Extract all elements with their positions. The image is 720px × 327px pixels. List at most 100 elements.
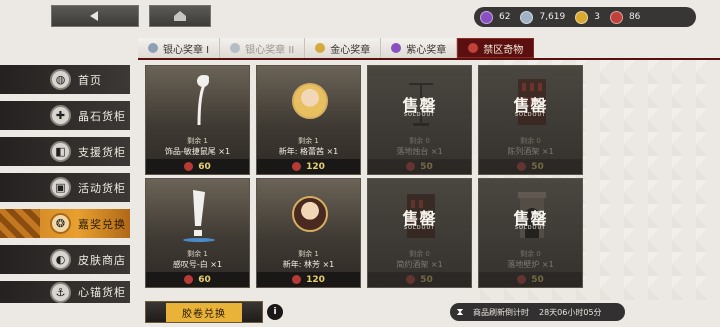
item-image (146, 66, 251, 136)
item-price: 60 (146, 272, 249, 287)
tab-3[interactable]: 紫心奖章 (381, 38, 458, 58)
currency-1: 7,619 (520, 10, 566, 24)
currency-value: 7,619 (539, 12, 566, 22)
item-price: 60 (146, 159, 249, 174)
home-icon (174, 11, 186, 21)
gold-coin-icon (575, 10, 589, 24)
red-orb-icon (184, 275, 194, 284)
sidebar-item-label: 首页 (78, 73, 102, 87)
character-avatar (291, 196, 328, 232)
sidebar-item-1[interactable]: ✚ 晶石货柜 (0, 101, 130, 130)
event-chest-icon: ▣ (50, 177, 71, 198)
item-name: 新年: 林芳 ×1 (282, 260, 335, 269)
sidebar-item-5[interactable]: ◐ 皮肤商店 (0, 245, 130, 274)
currency-value: 62 (499, 12, 511, 22)
currency-0: 62 (480, 10, 511, 24)
refresh-label: 商品刷新倒计时 (473, 307, 529, 317)
item-card[interactable]: 剩余 1 饰品-敏捷鼠尾 ×1 60 (145, 65, 250, 175)
medal-icon (315, 43, 326, 53)
item-card[interactable]: 剩余 1 新年: 林芳 ×1 120 (256, 178, 361, 288)
item-name: 落地壁炉 ×1 (507, 260, 554, 269)
item-stock: 剩余 0 (520, 137, 541, 145)
item-price-value: 50 (420, 161, 433, 172)
skin-icon: ◐ (50, 249, 71, 270)
tab-label: 禁区奇物 (483, 44, 524, 56)
item-card[interactable]: 剩余 1 感叹号-白 ×1 60 (145, 178, 250, 288)
item-stock: 剩余 0 (409, 137, 430, 145)
tab-2[interactable]: 金心奖章 (305, 38, 382, 58)
home-button[interactable] (149, 5, 211, 27)
currency-bar: 62 7,619 3 86 (474, 7, 696, 27)
support-icon: ◧ (50, 141, 71, 162)
item-name: 感叹号-白 ×1 (172, 260, 223, 269)
tab-label: 金心奖章 (330, 44, 371, 56)
red-orb-icon (292, 162, 302, 171)
refresh-time: 28天06小时05分 (539, 307, 602, 317)
item-card[interactable]: 剩余 1 新年: 格蕾茜 ×1 120 (256, 65, 361, 175)
medal-icon: ❂ (50, 213, 71, 234)
item-price-value: 50 (420, 274, 433, 285)
item-price-value: 60 (198, 274, 211, 285)
crystal-icon: ✚ (50, 105, 71, 126)
item-price: 50 (479, 159, 582, 174)
item-price-value: 60 (198, 161, 211, 172)
item-stock: 剩余 1 (298, 250, 319, 258)
tab-label: 紫心奖章 (406, 44, 447, 56)
tab-4[interactable]: 禁区奇物 (457, 38, 535, 58)
sidebar-item-label: 心锚货柜 (78, 286, 126, 299)
diamond-icon (520, 10, 534, 24)
item-price: 50 (479, 272, 582, 287)
item-image (146, 179, 251, 249)
sidebar-item-label: 皮肤商店 (78, 253, 126, 267)
sidebar-item-0[interactable]: ◍ 首页 (0, 65, 130, 94)
tabs-underline (138, 58, 720, 60)
soldout-subtext: SOLDOUT (403, 112, 436, 118)
tail-accessory-icon (196, 75, 209, 126)
category-tabs: 银心奖章 I 银心奖章 II 金心奖章 紫心奖章 禁区奇物 (138, 38, 535, 58)
soldout-subtext: SOLDOUT (514, 225, 547, 231)
sidebar-item-label: 活动货柜 (78, 181, 126, 195)
sidebar-item-label: 晶石货柜 (78, 109, 126, 123)
film-exchange-button[interactable]: 胶卷兑换 (145, 301, 263, 323)
tab-1[interactable]: 银心奖章 II (220, 38, 306, 58)
refresh-countdown: ⧗ 商品刷新倒计时 28天06小时05分 (450, 303, 625, 321)
back-arrow-icon (90, 11, 98, 21)
red-orb-icon (292, 275, 302, 284)
item-stock: 剩余 1 (298, 137, 319, 145)
item-stock: 剩余 0 (409, 250, 430, 258)
medal-icon (468, 43, 479, 53)
sidebar-item-3[interactable]: ▣ 活动货柜 (0, 173, 130, 202)
sidebar-item-label: 嘉奖兑换 (78, 217, 126, 231)
sidebar-item-4[interactable]: ❂ 嘉奖兑换 (0, 209, 130, 238)
back-button[interactable] (51, 5, 139, 27)
item-name: 陈列酒架 ×1 (507, 147, 554, 156)
info-icon[interactable]: i (267, 304, 283, 320)
tab-0[interactable]: 银心奖章 I (138, 38, 221, 58)
item-stock: 剩余 0 (520, 250, 541, 258)
currency-3: 86 (609, 10, 641, 24)
item-price-value: 50 (531, 161, 544, 172)
sidebar-item-2[interactable]: ◧ 支援货柜 (0, 137, 130, 166)
item-card: 售罄 SOLDOUT 剩余 0 简约酒架 ×1 50 (367, 178, 472, 288)
character-avatar (291, 83, 328, 119)
sidebar: ◍ 首页 ✚ 晶石货柜 ◧ 支援货柜 ▣ 活动货柜 ❂ 嘉奖兑换 ◐ 皮肤商店 ⚓ 心锚货柜 (0, 65, 130, 310)
red-orb-icon (517, 275, 527, 284)
bottom-bar: 胶卷兑换 i ⧗ 商品刷新倒计时 28天06小时05分 (0, 300, 720, 327)
item-price: 50 (368, 159, 471, 174)
currency-value: 86 (628, 12, 641, 22)
item-price: 120 (257, 159, 360, 174)
item-name: 新年: 格蕾茜 ×1 (278, 147, 339, 156)
red-orb-icon (517, 162, 527, 171)
medal-icon (230, 43, 241, 53)
red-orb-icon (406, 162, 416, 171)
item-name: 落地烛台 ×1 (396, 147, 443, 156)
red-orb-icon (184, 162, 194, 171)
medal-icon (148, 43, 158, 53)
item-card: 售罄 SOLDOUT 剩余 0 陈列酒架 ×1 50 (478, 65, 583, 175)
item-image (257, 179, 362, 249)
currency-value: 3 (594, 12, 600, 22)
currency-2: 3 (575, 10, 600, 24)
exclamation-icon (182, 190, 215, 242)
item-price-value: 120 (306, 274, 325, 285)
tab-label: 银心奖章 I (163, 44, 210, 56)
